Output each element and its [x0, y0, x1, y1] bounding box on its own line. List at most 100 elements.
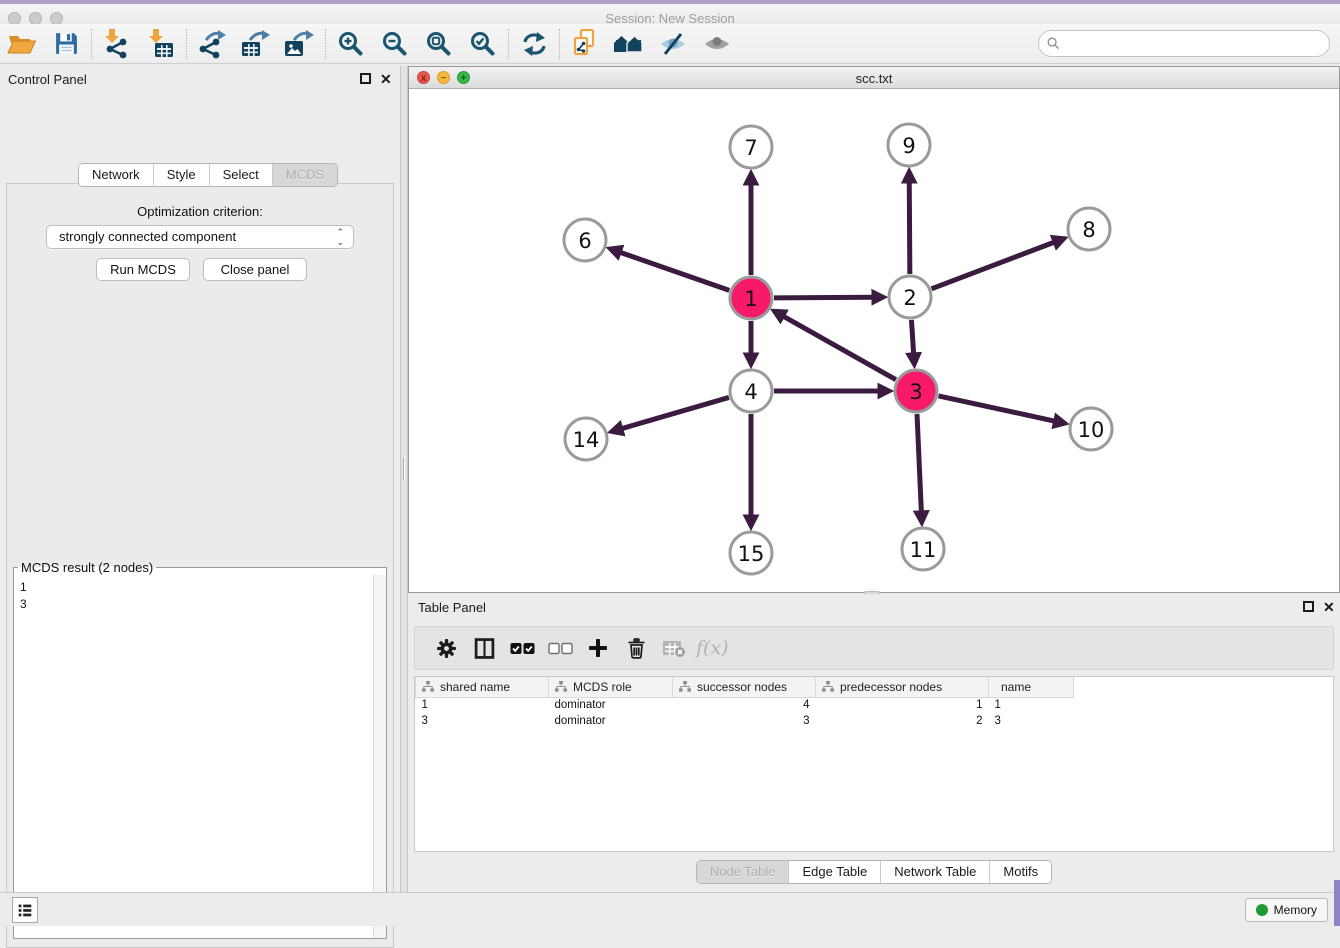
graph-node-label-4: 4: [744, 380, 757, 404]
edge-3-11[interactable]: [917, 414, 921, 512]
table-toolbar: f(x): [414, 626, 1334, 670]
toggle-column-view-icon[interactable]: [465, 629, 503, 667]
panel-divider[interactable]: [400, 66, 408, 892]
show-all-icon[interactable]: [695, 25, 739, 63]
cell-r1-MCDS-role[interactable]: dominator: [549, 713, 673, 729]
mcds-result-box[interactable]: 1 3: [14, 575, 386, 938]
hide-selected-icon[interactable]: [651, 25, 695, 63]
tab-node-table[interactable]: Node Table: [697, 861, 790, 883]
cell-r0-successor-nodes[interactable]: 4: [673, 697, 816, 713]
delete-column-icon[interactable]: [617, 629, 655, 667]
optimization-criterion-value: strongly connected component: [59, 229, 236, 244]
export-network-icon[interactable]: [190, 25, 234, 63]
column-header-name[interactable]: name: [989, 677, 1074, 697]
table-row[interactable]: 1dominator411: [416, 697, 1334, 713]
table-settings-icon[interactable]: [427, 629, 465, 667]
table-tabs: Node TableEdge TableNetwork TableMotifs: [696, 860, 1052, 884]
cell-r0-shared-name[interactable]: 1: [416, 697, 549, 713]
tab-style[interactable]: Style: [154, 164, 210, 186]
export-table-icon[interactable]: [234, 25, 278, 63]
graph-node-label-7: 7: [744, 136, 757, 160]
edge-3-10[interactable]: [938, 396, 1054, 421]
edge-3-1[interactable]: [783, 316, 896, 380]
float-panel-icon[interactable]: [360, 73, 371, 84]
graph-node-label-11: 11: [910, 538, 937, 562]
cell-r1-predecessor-nodes[interactable]: 2: [816, 713, 989, 729]
toolbar-separator: [186, 29, 187, 59]
table-float-panel-icon[interactable]: [1303, 601, 1314, 612]
run-mcds-button[interactable]: Run MCDS: [96, 258, 190, 281]
add-column-icon[interactable]: [579, 629, 617, 667]
delete-table-icon: [655, 629, 693, 667]
edge-1-2[interactable]: [774, 297, 873, 298]
close-panel-button[interactable]: Close panel: [203, 258, 307, 281]
svg-text:f(x): f(x): [695, 637, 729, 659]
tab-edge-table[interactable]: Edge Table: [789, 861, 881, 883]
open-session-icon[interactable]: [0, 25, 44, 63]
search-field-wrap: [1038, 30, 1330, 57]
close-panel-icon[interactable]: ✕: [380, 70, 392, 88]
zoom-selected-icon[interactable]: [461, 25, 505, 63]
refresh-layout-icon[interactable]: [512, 25, 556, 63]
edge-2-9[interactable]: [909, 182, 910, 274]
edge-4-14[interactable]: [622, 397, 729, 428]
status-bar: Memory: [0, 892, 1340, 926]
cell-r1-name[interactable]: 3: [989, 713, 1074, 729]
column-header-MCDS-role[interactable]: MCDS role: [549, 677, 673, 697]
zoom-out-icon[interactable]: [373, 25, 417, 63]
zoom-fit-icon[interactable]: [417, 25, 461, 63]
network-canvas[interactable]: 7968124314101511: [409, 89, 1339, 592]
main-titlebar[interactable]: Session: New Session: [0, 4, 1340, 24]
graph-node-label-3: 3: [909, 380, 922, 404]
edge-2-8[interactable]: [932, 242, 1055, 289]
network-window-titlebar[interactable]: x − + scc.txt: [409, 67, 1339, 89]
cell-r1-successor-nodes[interactable]: 3: [673, 713, 816, 729]
tab-network[interactable]: Network: [79, 164, 154, 186]
mcds-result-text: 1 3: [14, 575, 386, 617]
optimization-criterion-select[interactable]: strongly connected component ⌃⌄: [46, 225, 354, 249]
toolbar-separator: [508, 29, 509, 59]
divider-grip[interactable]: [403, 458, 405, 480]
tab-motifs[interactable]: Motifs: [990, 861, 1051, 883]
search-input[interactable]: [1038, 30, 1330, 57]
table-row[interactable]: 3dominator323: [416, 713, 1334, 729]
deselect-all-columns-icon[interactable]: [541, 629, 579, 667]
tab-select[interactable]: Select: [210, 164, 273, 186]
memory-button[interactable]: Memory: [1245, 898, 1328, 922]
export-image-icon[interactable]: [278, 25, 322, 63]
memory-label: Memory: [1274, 903, 1317, 917]
table-close-panel-icon[interactable]: ✕: [1323, 598, 1335, 616]
graph-node-label-14: 14: [573, 428, 600, 452]
select-all-columns-icon[interactable]: [503, 629, 541, 667]
cell-r0-name[interactable]: 1: [989, 697, 1074, 713]
graph-node-label-10: 10: [1078, 418, 1105, 442]
graph-node-label-8: 8: [1082, 218, 1095, 242]
control-panel: Control Panel ✕ NetworkStyleSelectMCDS O…: [0, 66, 400, 892]
edge-1-6[interactable]: [620, 252, 729, 290]
save-session-icon[interactable]: [44, 25, 88, 63]
column-header-successor-nodes[interactable]: successor nodes: [673, 677, 816, 697]
column-header-predecessor-nodes[interactable]: predecessor nodes: [816, 677, 989, 697]
tab-mcds[interactable]: MCDS: [273, 164, 337, 186]
new-network-from-selection-icon[interactable]: [563, 25, 607, 63]
optimization-criterion-label: Optimization criterion:: [7, 204, 393, 219]
column-header-filler: [1074, 677, 1334, 697]
network-graph[interactable]: 7968124314101511: [409, 89, 1339, 592]
import-network-icon[interactable]: [95, 25, 139, 63]
dropdown-stepper-icon: ⌃⌄: [336, 227, 344, 247]
homes-icon[interactable]: [607, 25, 651, 63]
tab-network-table[interactable]: Network Table: [881, 861, 990, 883]
graph-node-label-1: 1: [744, 287, 757, 311]
node-table[interactable]: shared nameMCDS rolesuccessor nodesprede…: [414, 676, 1334, 852]
cell-r0-MCDS-role[interactable]: dominator: [549, 697, 673, 713]
control-panel-tabs: NetworkStyleSelectMCDS: [78, 163, 338, 187]
zoom-in-icon[interactable]: [329, 25, 373, 63]
memory-status-icon: [1256, 904, 1268, 916]
import-table-icon[interactable]: [139, 25, 183, 63]
cell-r1-shared-name[interactable]: 3: [416, 713, 549, 729]
result-scrollbar[interactable]: [373, 575, 386, 938]
column-header-shared-name[interactable]: shared name: [416, 677, 549, 697]
task-history-button[interactable]: [12, 897, 38, 923]
edge-2-3[interactable]: [911, 320, 913, 354]
cell-r0-predecessor-nodes[interactable]: 1: [816, 697, 989, 713]
